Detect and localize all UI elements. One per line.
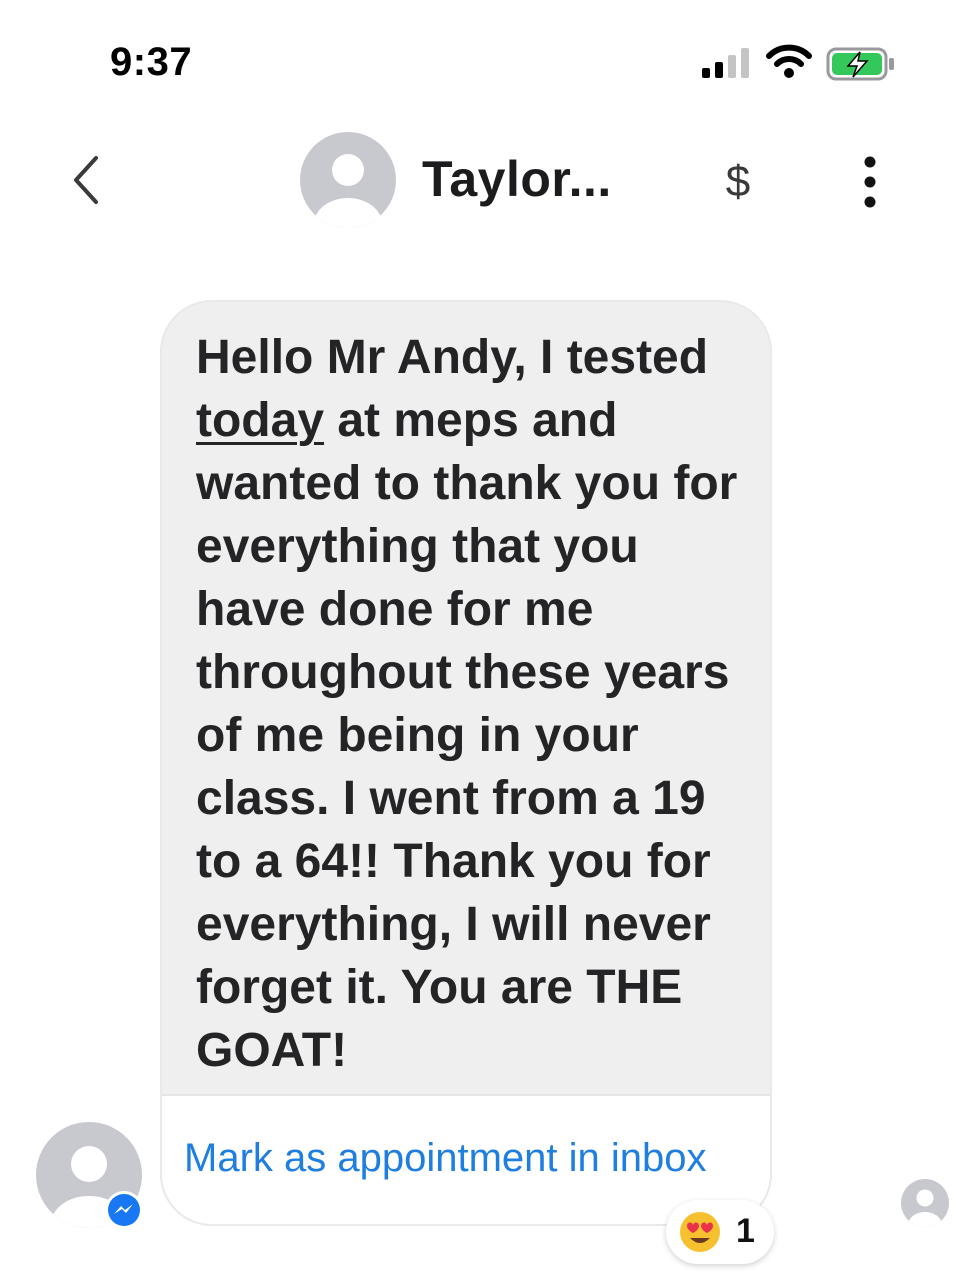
status-bar: 9:37 (0, 0, 960, 110)
read-receipt-avatar (901, 1179, 949, 1227)
contact-avatar[interactable] (300, 132, 396, 228)
contact-name[interactable]: Taylor... (422, 150, 612, 208)
messenger-badge-icon (105, 1191, 143, 1229)
reaction-pill[interactable]: 1 (666, 1200, 774, 1264)
cellular-signal-icon (702, 48, 749, 78)
status-time: 9:37 (110, 40, 193, 84)
message-text-start: Hello Mr Andy, I tested (196, 331, 709, 384)
mark-as-appointment-link[interactable]: Mark as appointment in inbox (184, 1136, 707, 1181)
message-bubble[interactable]: Hello Mr Andy, I tested today at meps an… (160, 300, 772, 1226)
underlined-date-word[interactable]: today (196, 394, 324, 447)
back-chevron-icon[interactable] (62, 150, 112, 210)
svg-text:$: $ (726, 157, 750, 206)
message-action-footer: Mark as appointment in inbox (162, 1094, 770, 1224)
reaction-count: 1 (736, 1212, 755, 1250)
more-vertical-icon[interactable] (848, 154, 892, 210)
battery-charging-icon (826, 47, 894, 81)
heart-eyes-emoji-icon (680, 1212, 720, 1252)
message-text-rest: at meps and wanted to thank you for ever… (196, 394, 738, 1077)
dollar-icon[interactable]: $ (716, 156, 760, 206)
wifi-icon (766, 44, 812, 78)
message-text: Hello Mr Andy, I tested today at meps an… (196, 326, 756, 1082)
conversation-header: Taylor... $ (0, 120, 960, 240)
